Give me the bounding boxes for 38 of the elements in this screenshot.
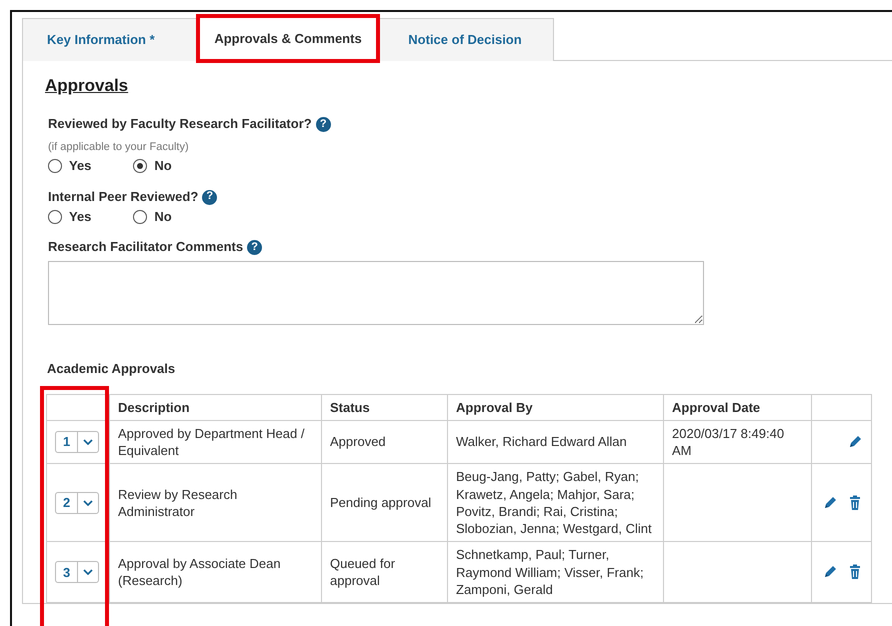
radio-option[interactable]: Yes [48, 208, 92, 225]
order-dropdown[interactable]: 2 [55, 492, 100, 514]
table-cell: Review by Research Administrator [110, 464, 322, 542]
comments-field[interactable] [48, 261, 704, 326]
column-header: Approval Date [664, 394, 812, 420]
help-icon[interactable]: ? [202, 190, 218, 205]
radio-option[interactable]: Yes [48, 158, 92, 174]
table-cell: Schnetkamp, Paul; Turner, Raymond William; Visser, Frank; Zamponi, Gerald [448, 542, 664, 603]
table-cell: Walker, Richard Edward Allan [448, 420, 664, 464]
chevron-icon [83, 569, 94, 576]
trash-icon[interactable] [847, 564, 863, 580]
pencil-icon[interactable] [822, 494, 838, 511]
column-header: Status [322, 394, 448, 420]
column-header: Description [110, 394, 322, 420]
table-cell: Approval by Associate Dean (Research) [110, 542, 322, 603]
column-header: Approval By [448, 394, 664, 420]
table-cell: Approved by Department Head / Equivalent [110, 420, 322, 464]
radio-option[interactable]: No [133, 158, 172, 174]
table-cell: Beug-Jang, Patty; Gabel, Ryan; Krawetz, Angela; Mahjor, Sara; Povitz, Brandi; Rai, Cristina; Slobozian, Jenna; Westgard, Clint [448, 464, 664, 542]
table-title: Academic Approvals [47, 361, 176, 378]
table-cell: Pending approval [322, 464, 448, 542]
table-cell: Queued for approval [322, 542, 448, 603]
chevron-icon [83, 439, 94, 446]
question-label: Internal Peer Reviewed? [48, 188, 198, 204]
question-label: Reviewed by Faculty Research Facilitator? [48, 116, 312, 132]
chevron-icon [83, 500, 94, 506]
tab[interactable]: Approvals & Comments [199, 17, 377, 60]
table-cell: Approved [322, 420, 448, 464]
help-icon[interactable]: ? [316, 117, 331, 132]
table-cell: 2020/03/17 8:49:40 AM [664, 420, 812, 464]
question-label: Research Facilitator Comments [48, 239, 244, 254]
help-icon[interactable]: ? [247, 240, 262, 256]
order-dropdown[interactable]: 3 [55, 561, 100, 584]
order-dropdown[interactable]: 1 [55, 431, 100, 454]
radio-option[interactable]: No [133, 208, 172, 225]
trash-icon[interactable] [847, 494, 863, 511]
section-heading: Approvals [45, 75, 128, 96]
hint-text: (if applicable to your Faculty) [48, 140, 190, 154]
